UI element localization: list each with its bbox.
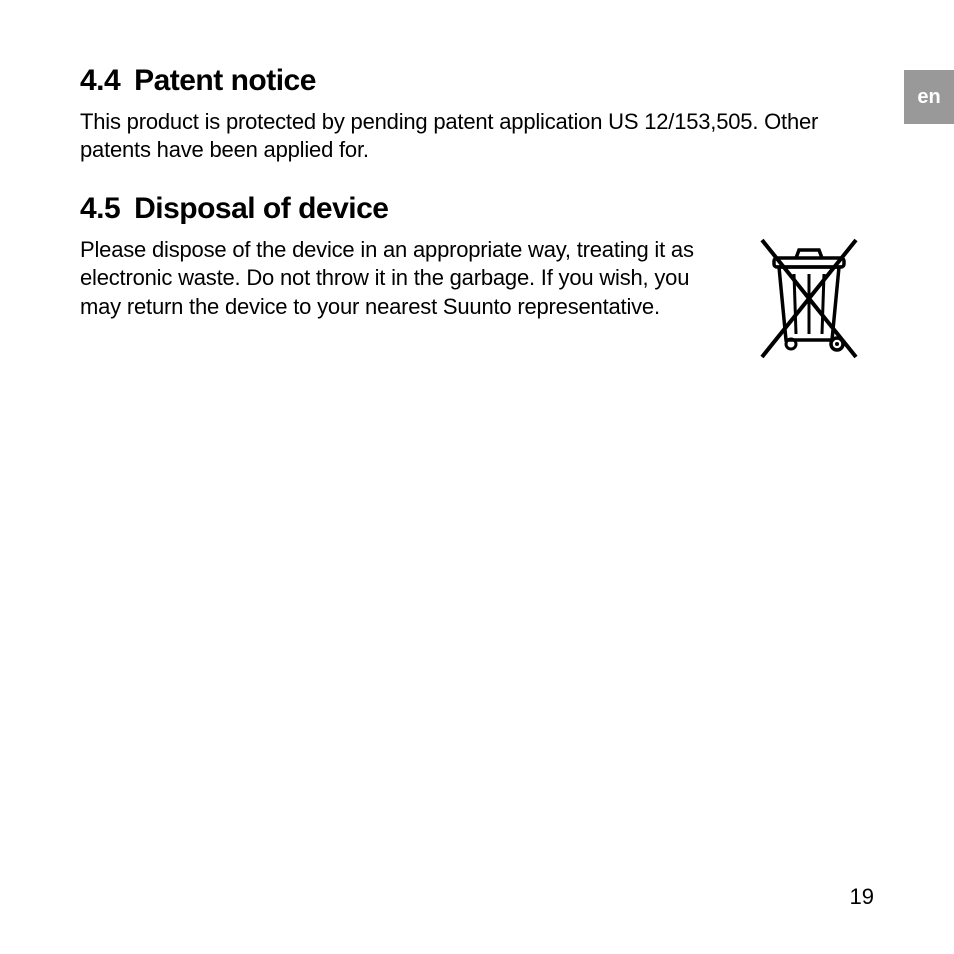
patent-body-text: This product is protected by pending pat… xyxy=(80,108,874,164)
heading-disposal: 4.5 Disposal of device xyxy=(80,192,874,226)
section-title: Patent notice xyxy=(134,64,316,97)
heading-patent-notice: 4.4 Patent notice xyxy=(80,64,874,98)
disposal-content-row: Please dispose of the device in an appro… xyxy=(80,236,874,362)
page-number: 19 xyxy=(850,884,874,910)
section-disposal: 4.5 Disposal of device Please dispose of… xyxy=(80,192,874,362)
section-patent-notice: 4.4 Patent notice This product is protec… xyxy=(80,64,874,164)
section-number: 4.4 xyxy=(80,64,120,97)
disposal-body-text: Please dispose of the device in an appro… xyxy=(80,236,724,320)
section-title: Disposal of device xyxy=(134,192,388,225)
weee-crossed-bin-icon xyxy=(744,232,874,362)
section-number: 4.5 xyxy=(80,192,120,225)
page-content: 4.4 Patent notice This product is protec… xyxy=(0,0,954,954)
